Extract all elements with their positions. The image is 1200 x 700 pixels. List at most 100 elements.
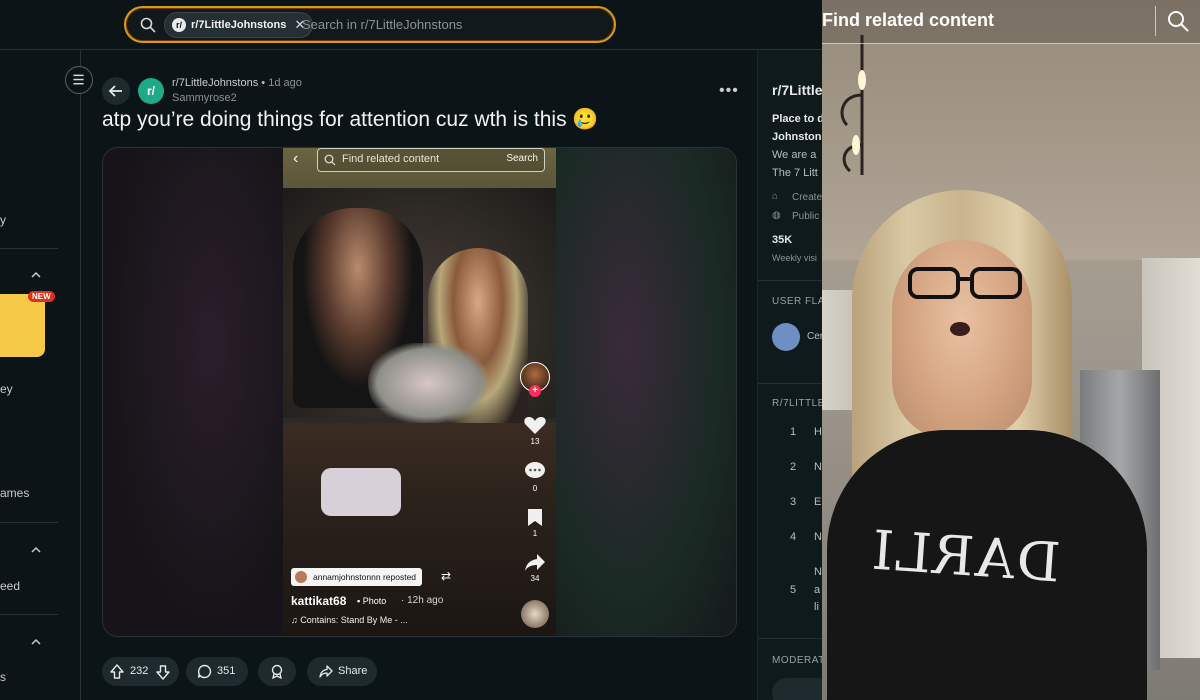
sidebar-desc-bold: Johnston (772, 131, 822, 143)
rule-text[interactable]: N (814, 461, 822, 473)
vote-control: 232 (102, 657, 179, 686)
subreddit-sidebar: r/7Little Place to d Johnston We are a T… (757, 50, 822, 700)
rules-header: R/7LITTLE (772, 398, 822, 409)
divider (758, 383, 822, 384)
tiktok-music: ♫ Contains: Stand By Me - ... (291, 615, 408, 625)
divider (822, 43, 1200, 44)
divider (758, 280, 822, 281)
share-button[interactable]: Share (307, 657, 377, 686)
sidebar-item-fragment[interactable]: ey (0, 382, 13, 396)
repost-avatar (295, 571, 307, 583)
back-button[interactable] (102, 77, 130, 105)
shirt-text: DARLI (868, 518, 1063, 595)
rule-text[interactable]: E (814, 496, 821, 508)
rule-text-continued: a (814, 584, 821, 596)
video-overlay: DARLI Find related content (822, 0, 1200, 700)
tiktok-time: · 12h ago (401, 595, 444, 606)
rule-text[interactable]: N (814, 566, 822, 578)
video-person-mouth (950, 322, 970, 336)
chevron-up-icon[interactable] (31, 270, 41, 280)
subreddit-avatar[interactable]: r/ (138, 78, 164, 104)
divider (0, 614, 58, 615)
sidebar-title: r/7Little (772, 82, 822, 98)
chevron-left-icon: ‹ (293, 150, 299, 167)
upvote-icon[interactable] (110, 664, 124, 679)
heart-icon (524, 417, 546, 434)
divider (0, 522, 58, 523)
subreddit-link[interactable]: r/7LittleJohnstons (172, 77, 258, 89)
embedded-tiktok-screenshot: ‹ Find related content Search + 13 0 1 3… (283, 148, 556, 636)
comments-button[interactable]: 351 (186, 657, 248, 686)
award-icon (271, 664, 283, 679)
weekly-visitors-label: Weekly visi (772, 253, 817, 263)
meta-separator: • (261, 77, 266, 89)
comment-icon (197, 664, 212, 679)
plus-icon: + (529, 385, 541, 397)
message-mods-button[interactable] (772, 678, 822, 700)
chevron-up-icon[interactable] (31, 545, 41, 555)
search-icon[interactable] (1167, 10, 1189, 32)
post-author[interactable]: Sammyrose2 (172, 92, 237, 104)
downvote-icon[interactable] (156, 665, 170, 680)
search-icon (140, 17, 156, 33)
public-label: Public (792, 211, 820, 222)
sidebar-item-fragment[interactable]: y (0, 213, 6, 227)
photo-detail (368, 343, 488, 423)
photo-object (321, 468, 401, 516)
divider (0, 248, 58, 249)
user-flair-header: USER FLAI (772, 296, 822, 307)
rule-text[interactable]: N (814, 531, 822, 543)
search-placeholder[interactable]: Search in r/7LittleJohnstons (302, 17, 462, 32)
rule-number: 1 (790, 426, 797, 438)
post-meta: r/7LittleJohnstons • 1d ago (172, 77, 302, 89)
music-disc-icon (521, 600, 549, 628)
rule-text[interactable]: H (814, 426, 822, 438)
more-options-button[interactable]: ••• (719, 82, 739, 100)
rule-text-continued: li (814, 601, 819, 613)
sidebar-desc: We are a (772, 149, 817, 161)
video-search-bar[interactable]: Find related content (822, 0, 1200, 44)
subreddit-icon: r/ (172, 18, 186, 32)
top-bar: r/ r/7LittleJohnstons ✕ Search in r/7Lit… (0, 0, 822, 50)
share-icon (319, 665, 333, 678)
media-blur-right (554, 148, 736, 636)
avatar (772, 323, 800, 351)
new-badge: NEW (28, 291, 55, 302)
share-icon (525, 554, 545, 571)
photo-tag: ▪ Photo (357, 596, 387, 606)
award-button[interactable] (258, 657, 296, 686)
cake-icon: ⌂ (772, 191, 779, 202)
created-label: Create (792, 192, 822, 203)
rule-number: 5 (790, 584, 797, 596)
comment-icon (525, 462, 545, 478)
sidebar-desc-bold: Place to d (772, 113, 822, 125)
menu-toggle-button[interactable] (65, 66, 93, 94)
search-icon (324, 154, 336, 166)
sidebar-item-fragment[interactable]: s (0, 670, 6, 684)
repost-icon: ⇄ (441, 569, 452, 583)
promo-card[interactable] (0, 294, 45, 357)
sidebar-item-fragment[interactable]: eed (0, 579, 20, 593)
post-media[interactable]: ‹ Find related content Search + 13 0 1 3… (102, 147, 737, 637)
tiktok-share-count: 34 (530, 574, 540, 583)
left-sidebar: y s ey ames eed s (0, 50, 81, 700)
tiktok-search-placeholder: Find related content (342, 153, 440, 165)
glasses-detail (908, 267, 1022, 299)
repost-label: annamjohnstonnn reposted (291, 568, 423, 586)
comment-count: 351 (217, 665, 236, 677)
bookmark-icon (528, 509, 542, 526)
photo-tag-label: Photo (362, 596, 387, 606)
rule-number: 3 (790, 496, 797, 508)
vote-count: 232 (130, 665, 149, 677)
post-title: atp you’re doing things for attention cu… (102, 108, 599, 131)
sidebar-item-fragment[interactable]: ames (0, 486, 29, 500)
chevron-up-icon[interactable] (31, 637, 41, 647)
sidebar-desc: The 7 Litt (772, 167, 818, 179)
video-search-placeholder[interactable]: Find related content (822, 10, 994, 31)
chandelier-detail (840, 35, 866, 175)
search-bar[interactable]: r/ r/7LittleJohnstons ✕ Search in r/7Lit… (124, 6, 616, 43)
subreddit-search-chip[interactable]: r/ r/7LittleJohnstons ✕ (164, 12, 314, 38)
moderators-header: MODERATO (772, 655, 822, 666)
arrow-left-icon (108, 85, 122, 97)
tiktok-search-bar: Find related content Search (317, 148, 545, 172)
